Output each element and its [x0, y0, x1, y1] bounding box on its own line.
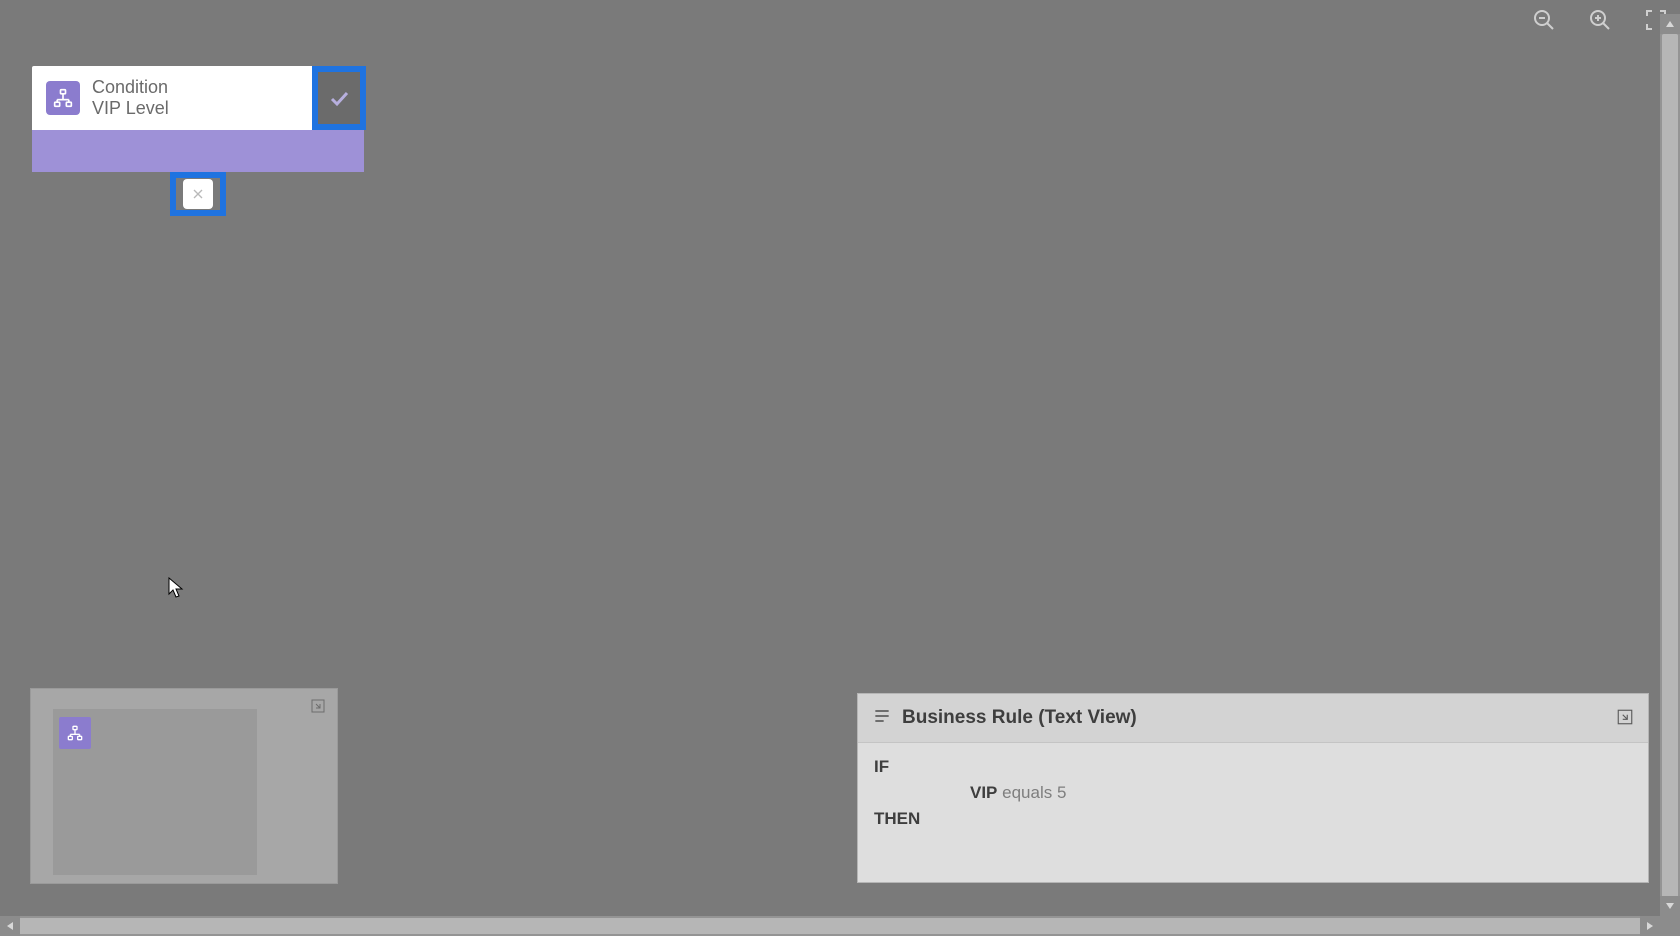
horizontal-scroll-thumb[interactable] — [0, 918, 1660, 934]
chevron-left-icon — [5, 921, 15, 931]
checkmark-icon — [327, 86, 351, 110]
canvas-toolbar — [1530, 6, 1670, 34]
rule-expression: VIP equals 5 — [970, 783, 1632, 803]
scroll-down-button[interactable] — [1660, 896, 1680, 916]
text-view-header: Business Rule (Text View) — [858, 694, 1648, 743]
vertical-scroll-thumb[interactable] — [1662, 34, 1678, 902]
scroll-up-button[interactable] — [1660, 14, 1680, 34]
scroll-left-button[interactable] — [0, 916, 20, 936]
horizontal-scrollbar[interactable] — [0, 916, 1660, 936]
text-view-body: IF VIP equals 5 THEN — [858, 743, 1648, 843]
then-keyword: THEN — [874, 809, 1632, 829]
condition-node-text: Condition VIP Level — [92, 77, 169, 118]
condition-true-branch[interactable] — [312, 66, 366, 130]
expression-value: 5 — [1057, 783, 1066, 802]
text-view-expand-button[interactable] — [1614, 706, 1636, 728]
chevron-up-icon — [1665, 19, 1675, 29]
scroll-right-button[interactable] — [1640, 916, 1660, 936]
minimap-panel[interactable] — [30, 688, 338, 884]
condition-type-label: Condition — [92, 77, 169, 98]
minimap-node-icon — [59, 717, 91, 749]
condition-icon — [46, 81, 80, 115]
condition-node-body[interactable] — [32, 130, 364, 172]
zoom-in-icon — [1588, 8, 1612, 32]
zoom-out-icon — [1532, 8, 1556, 32]
condition-false-branch[interactable] — [170, 172, 226, 216]
condition-name: VIP Level — [92, 98, 169, 119]
chevron-right-icon — [1645, 921, 1655, 931]
x-icon — [190, 186, 206, 202]
condition-node-header[interactable]: Condition VIP Level — [32, 66, 366, 130]
if-keyword: IF — [874, 757, 1632, 777]
business-rule-text-view-panel: Business Rule (Text View) IF VIP equals … — [857, 693, 1649, 883]
expand-icon — [1616, 708, 1634, 726]
mouse-cursor — [168, 577, 184, 604]
text-view-title: Business Rule (Text View) — [902, 707, 1137, 729]
condition-node-label-area[interactable]: Condition VIP Level — [32, 66, 312, 130]
expand-icon — [310, 698, 326, 714]
expression-field: VIP — [970, 783, 997, 802]
vertical-scrollbar[interactable] — [1660, 34, 1680, 902]
minimap-expand-button[interactable] — [309, 697, 327, 715]
text-view-icon — [872, 706, 892, 731]
condition-node[interactable]: Condition VIP Level — [32, 66, 366, 172]
chevron-down-icon — [1665, 901, 1675, 911]
expression-operator: equals — [1002, 783, 1052, 802]
condition-false-branch-inner — [183, 179, 213, 209]
scroll-corner — [1660, 916, 1680, 936]
zoom-out-button[interactable] — [1530, 6, 1558, 34]
zoom-in-button[interactable] — [1586, 6, 1614, 34]
